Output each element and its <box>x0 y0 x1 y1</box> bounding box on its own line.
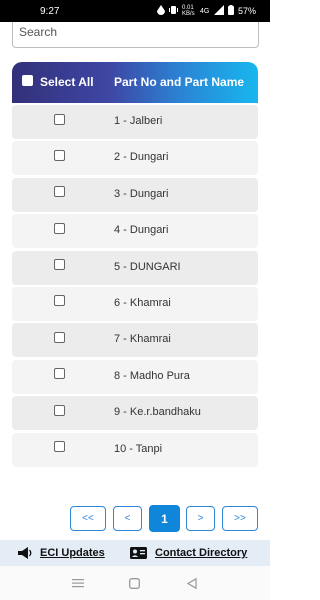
row-checkbox[interactable] <box>54 331 65 343</box>
select-all-label: Select All <box>40 74 94 89</box>
prev-page-button[interactable]: < <box>113 506 142 531</box>
part-label: 9 - Ke.r.bandhaku <box>114 406 201 419</box>
row-checkbox[interactable] <box>54 113 65 125</box>
part-list: 1 - Jalberi 2 - Dungari 3 - Dungari 4 - … <box>12 105 258 469</box>
contact-directory-link[interactable]: Contact Directory <box>130 547 247 559</box>
back-icon[interactable] <box>185 576 199 590</box>
signal-icon <box>213 5 224 17</box>
part-label: 1 - Jalberi <box>114 115 163 127</box>
row-checkbox[interactable] <box>54 368 65 380</box>
table-row[interactable]: 9 - Ke.r.bandhaku <box>12 396 258 431</box>
table-row[interactable]: 2 - Dungari <box>12 141 258 176</box>
row-checkbox[interactable] <box>54 222 65 234</box>
table-row[interactable]: 7 - Khamrai <box>12 323 258 358</box>
part-label: 7 - Khamrai <box>114 333 171 346</box>
part-label: 10 - Tanpi <box>114 442 163 455</box>
next-page-button[interactable]: > <box>186 506 215 531</box>
volte-icon: 4G <box>200 5 210 17</box>
contact-directory-label: Contact Directory <box>155 547 248 559</box>
select-all-checkbox[interactable] <box>22 75 33 86</box>
search-input[interactable] <box>19 25 252 39</box>
status-bar: 9:27 0.01 KB/s 4G 57% <box>0 0 270 22</box>
eci-updates-label: ECI Updates <box>40 547 105 559</box>
table-row[interactable]: 3 - Dungari <box>12 177 258 212</box>
row-checkbox[interactable] <box>54 295 65 307</box>
first-page-button[interactable]: << <box>70 506 106 531</box>
svg-text:4G: 4G <box>200 8 209 15</box>
table-header: Select All Part No and Part Name <box>12 62 258 103</box>
megaphone-icon <box>18 547 32 559</box>
table-row[interactable]: 8 - Madho Pura <box>12 359 258 394</box>
part-label: 4 - Dungari <box>114 224 169 237</box>
recents-icon[interactable] <box>71 576 85 590</box>
battery-icon <box>227 5 234 17</box>
column-header-part: Part No and Part Name <box>114 74 245 89</box>
status-icons: 0.01 KB/s 4G 57% <box>156 5 256 17</box>
table-row[interactable]: 6 - Khamrai <box>12 286 258 321</box>
row-checkbox[interactable] <box>54 441 65 453</box>
select-all[interactable]: Select All <box>12 74 112 89</box>
eci-updates-link[interactable]: ECI Updates <box>18 547 105 559</box>
part-label: 2 - Dungari <box>114 151 169 164</box>
table-row[interactable]: 10 - Tanpi <box>12 432 258 467</box>
row-checkbox[interactable] <box>54 186 65 198</box>
battery-percent: 57% <box>237 6 256 16</box>
table-row[interactable]: 1 - Jalberi <box>12 105 258 139</box>
data-saver-icon <box>156 5 165 17</box>
network-speed-label: 0.01 KB/s <box>181 5 195 17</box>
page-1-button[interactable]: 1 <box>149 505 180 532</box>
table-row[interactable]: 4 - Dungari <box>12 214 258 249</box>
vibrate-icon <box>168 5 178 17</box>
part-label: 5 - DUNGARI <box>114 260 181 273</box>
row-checkbox[interactable] <box>54 149 65 161</box>
search-box[interactable] <box>12 22 259 48</box>
contact-card-icon <box>130 547 147 559</box>
row-checkbox[interactable] <box>54 259 65 271</box>
part-label: 8 - Madho Pura <box>114 369 190 382</box>
last-page-button[interactable]: >> <box>222 506 258 531</box>
system-nav-bar <box>0 566 270 600</box>
table-row[interactable]: 5 - DUNGARI <box>12 250 258 285</box>
footer-bar: ECI Updates Contact Directory <box>0 540 270 566</box>
part-label: 6 - Khamrai <box>114 296 171 309</box>
home-icon[interactable] <box>128 576 142 590</box>
status-time: 9:27 <box>40 5 60 17</box>
row-checkbox[interactable] <box>54 404 65 416</box>
part-label: 3 - Dungari <box>114 187 169 200</box>
